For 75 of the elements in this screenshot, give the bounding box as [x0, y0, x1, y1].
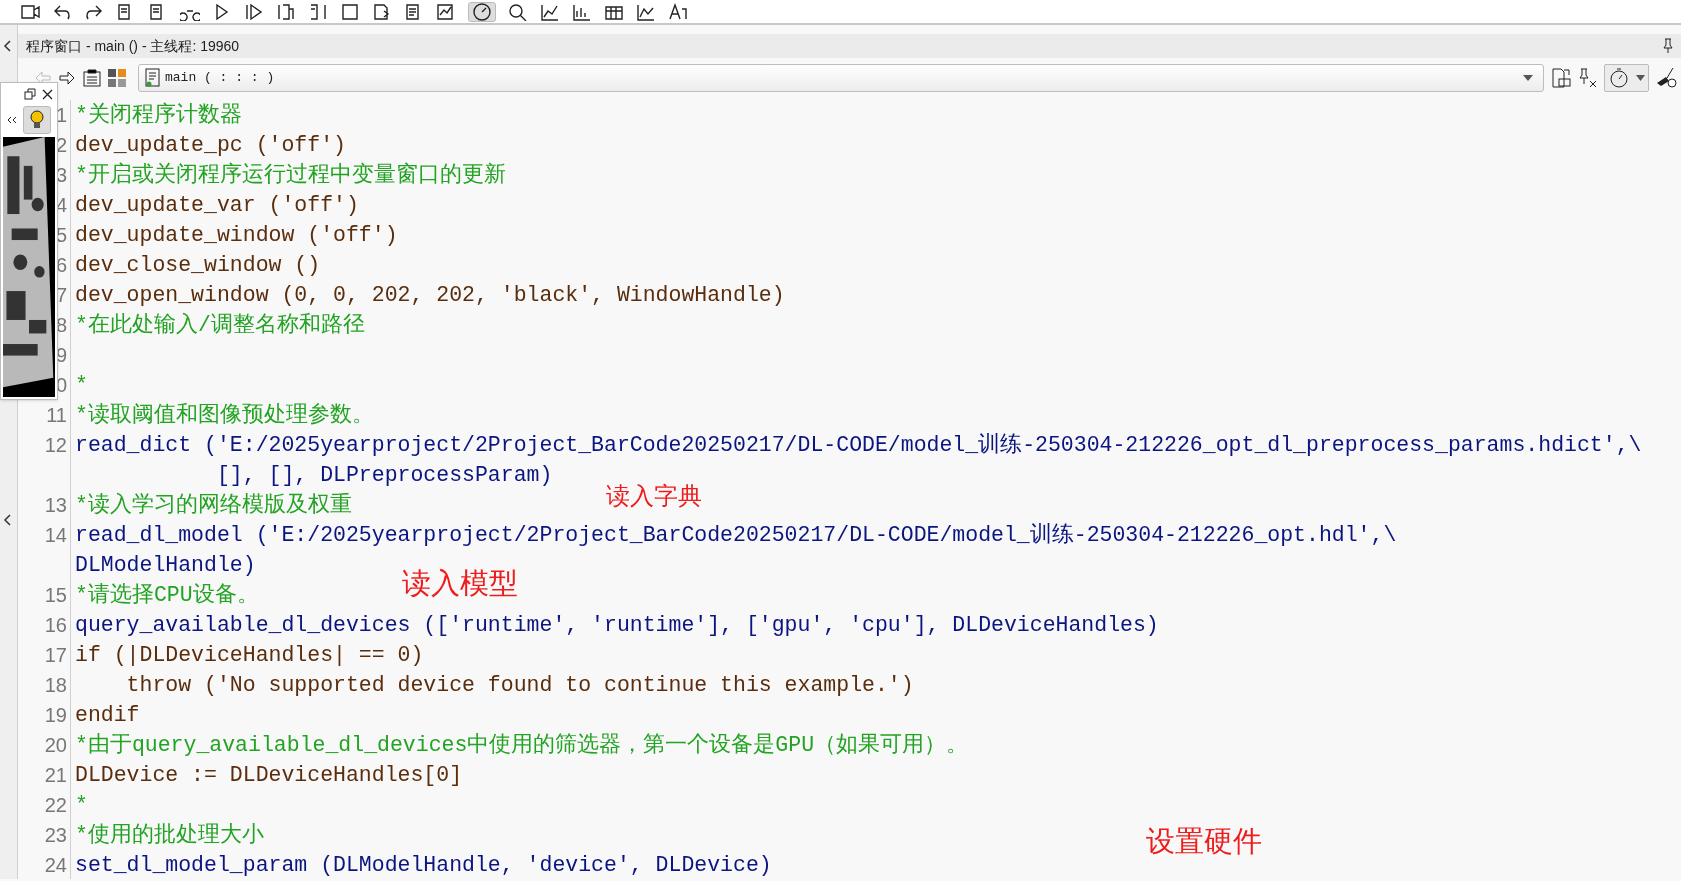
code-comment: *读取阈值和图像预处理参数。 — [74, 402, 374, 429]
collapse-icon[interactable] — [2, 39, 12, 53]
code-line: set_dl_model_param (DLModelHandle, 'device', DLDevice) — [74, 852, 772, 879]
code-comment: *开启或关闭程序运行过程中变量窗口的更新 — [74, 161, 506, 189]
procedure-dropdown[interactable]: main ( : : : ) — [138, 64, 1544, 92]
code-comment: * — [74, 792, 88, 819]
collapse-icon[interactable] — [2, 513, 12, 527]
code-comment: *在此处输入/调整名称和路径 — [74, 312, 365, 339]
code-line: dev_update_window ('off') — [74, 222, 398, 249]
clipboard-icon[interactable] — [82, 69, 102, 87]
search-icon[interactable] — [508, 2, 528, 21]
line-number: 18 — [44, 673, 67, 698]
code-line: if (|DLDeviceHandles| == 0) — [74, 642, 424, 669]
code-comment: *使用的批处理大小 — [74, 822, 264, 849]
close-icon[interactable] — [42, 88, 53, 100]
line-number: 7 — [55, 283, 67, 308]
line-number: 12 — [44, 433, 67, 458]
line-number: 13 — [44, 493, 67, 518]
code-line: dev_close_window () — [74, 252, 321, 279]
step-icon[interactable] — [244, 2, 264, 21]
dropdown-caret-icon — [1523, 75, 1533, 81]
chart-icon[interactable] — [540, 2, 560, 21]
line-number: 21 — [44, 763, 67, 788]
window-title: 程序窗口 - main () - 主线程: 19960 — [26, 36, 240, 56]
restore-icon[interactable] — [24, 88, 36, 100]
broom-icon[interactable] — [1655, 67, 1677, 89]
line-number: 20 — [44, 733, 67, 758]
line-number: 1 — [55, 103, 67, 128]
double-chevron-icon[interactable] — [7, 116, 17, 124]
image-icon[interactable] — [436, 2, 456, 21]
line-number: 24 — [44, 853, 67, 878]
code-comment: *由于query_available_dl_devices中使用的筛选器，第一个设备是GPU（如果可用）。 — [74, 732, 969, 759]
code-line: DLDevice := DLDeviceHandles[0] — [74, 762, 463, 789]
code-line: endif — [74, 702, 140, 729]
code-comment: * — [74, 372, 88, 399]
line-number: 11 — [46, 403, 67, 428]
line-number: 17 — [44, 643, 67, 668]
line-number: 19 — [44, 703, 67, 728]
line-number: 23 — [44, 823, 67, 848]
code-comment: *请选择CPU设备。 — [74, 582, 259, 609]
code-line: throw ('No supported device found to continue this example.') — [125, 672, 914, 699]
code-line: read_dict ('E:/2025yearproject/2Project_BarCode20250217/DL-CODE/model_训练-250304-212226_opt_dl_preprocess_params.hdict',\ — [74, 432, 1642, 459]
line-number: 15 — [44, 583, 67, 608]
lightbulb-icon — [29, 110, 45, 130]
camera-icon[interactable] — [20, 2, 40, 21]
grid-icon[interactable] — [108, 69, 126, 87]
code-line: dev_update_var ('off') — [74, 192, 359, 219]
line-number: 14 — [44, 523, 67, 548]
procedure-name: main ( : : : ) — [165, 69, 275, 88]
line-number: 16 — [44, 613, 67, 638]
annotation-label: 读入模型 — [402, 566, 518, 601]
code-line: dev_open_window (0, 0, 202, 202, 'black', WindowHandle) — [74, 282, 785, 309]
forward-arrow-icon[interactable] — [58, 70, 76, 86]
code-line: read_dl_model ('E:/2025yearproject/2Project_BarCode20250217/DL-CODE/model_训练-250304-212226_opt.hdl',\ — [74, 522, 1397, 549]
stopwatch-button[interactable] — [1604, 64, 1649, 92]
line-chart-icon[interactable] — [636, 2, 656, 21]
stop-icon[interactable] — [340, 2, 360, 21]
gauge-icon[interactable] — [472, 2, 492, 21]
stopwatch-icon — [1609, 67, 1629, 89]
code-comment: *读入学习的网络模版及权重 — [74, 492, 352, 519]
line-number: 22 — [44, 793, 67, 818]
code-line: dev_update_pc ('off') — [74, 132, 346, 159]
pin-icon[interactable] — [1661, 38, 1675, 54]
code-line: query_available_dl_devices (['runtime', 'runtime'], ['gpu', 'cpu'], DLDeviceHandles) — [74, 612, 1159, 639]
font-icon[interactable] — [668, 2, 688, 21]
procedure-icon — [145, 68, 161, 88]
bar-chart-icon[interactable] — [572, 2, 592, 21]
hint-button[interactable] — [23, 106, 51, 134]
dropdown-caret-icon — [1636, 75, 1645, 81]
annotation-label: 读入字典 — [606, 481, 702, 511]
code-line: [], [], DLPreprocessParam) — [215, 462, 553, 489]
annotation-label: 设置硬件 — [1146, 824, 1262, 859]
unpin-icon[interactable] — [1578, 68, 1598, 88]
code-comment: *关闭程序计数器 — [74, 101, 242, 129]
code-line: DLModelHandle) — [74, 552, 256, 579]
